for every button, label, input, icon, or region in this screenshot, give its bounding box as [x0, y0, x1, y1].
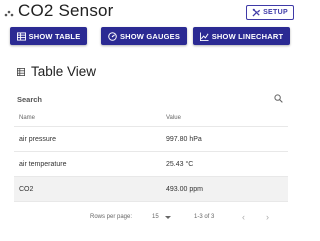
tools-icon — [252, 8, 261, 17]
logo-icon — [4, 10, 14, 17]
setup-button[interactable]: SETUP — [246, 5, 294, 20]
rows-per-page-label: Rows per page: — [90, 214, 133, 220]
show-gauges-button[interactable]: SHOW GAUGES — [101, 27, 187, 45]
cell-name: air temperature — [19, 160, 67, 168]
table-row: air temperature 25.43 °C — [14, 152, 288, 177]
line-chart-icon — [199, 31, 209, 41]
search-label[interactable]: Search — [17, 95, 42, 104]
cell-value: 997.80 hPa — [166, 135, 202, 143]
cell-name: air pressure — [19, 135, 56, 143]
show-linechart-label: SHOW LINECHART — [211, 31, 284, 41]
pagination-range: 1-3 of 3 — [194, 214, 215, 220]
table-view-icon — [17, 67, 25, 76]
rows-per-page-select[interactable]: 15 — [152, 214, 171, 220]
cell-value: 493.00 ppm — [166, 185, 203, 193]
cell-name: CO2 — [19, 185, 34, 193]
chevron-left-icon[interactable]: ‹ — [242, 212, 245, 222]
column-header-name[interactable]: Name — [19, 110, 35, 126]
page-title: CO2 Sensor — [18, 1, 114, 20]
show-linechart-button[interactable]: SHOW LINECHART — [193, 27, 290, 45]
data-table-card: Search Name Value air pressure 997.80 hP… — [9, 86, 291, 234]
show-gauges-label: SHOW GAUGES — [119, 31, 181, 41]
setup-label: SETUP — [263, 9, 288, 16]
show-table-label: SHOW TABLE — [28, 31, 81, 41]
table-icon — [16, 31, 26, 41]
search-icon[interactable] — [274, 94, 283, 103]
show-table-button[interactable]: SHOW TABLE — [10, 27, 87, 45]
section-title: Table View — [31, 64, 97, 79]
cell-value: 25.43 °C — [166, 160, 194, 168]
table-header-row: Name Value — [14, 110, 288, 127]
chevron-right-icon[interactable]: › — [266, 212, 269, 222]
data-table: Name Value air pressure 997.80 hPa air t… — [14, 110, 288, 202]
table-row: CO2 493.00 ppm — [14, 177, 288, 202]
column-header-value[interactable]: Value — [166, 110, 181, 126]
table-row: air pressure 997.80 hPa — [14, 127, 288, 152]
page: CO2 Sensor SETUP SHOW TABLE SHOW GAUGES — [0, 0, 300, 241]
gauge-icon — [108, 31, 117, 41]
table-pagination: Rows per page: 15 1-3 of 3 ‹ › — [14, 207, 288, 229]
rows-per-page-value: 15 — [152, 214, 159, 220]
caret-down-icon — [164, 215, 171, 219]
header: CO2 Sensor SETUP — [0, 0, 300, 24]
section-header: Table View — [17, 64, 96, 79]
